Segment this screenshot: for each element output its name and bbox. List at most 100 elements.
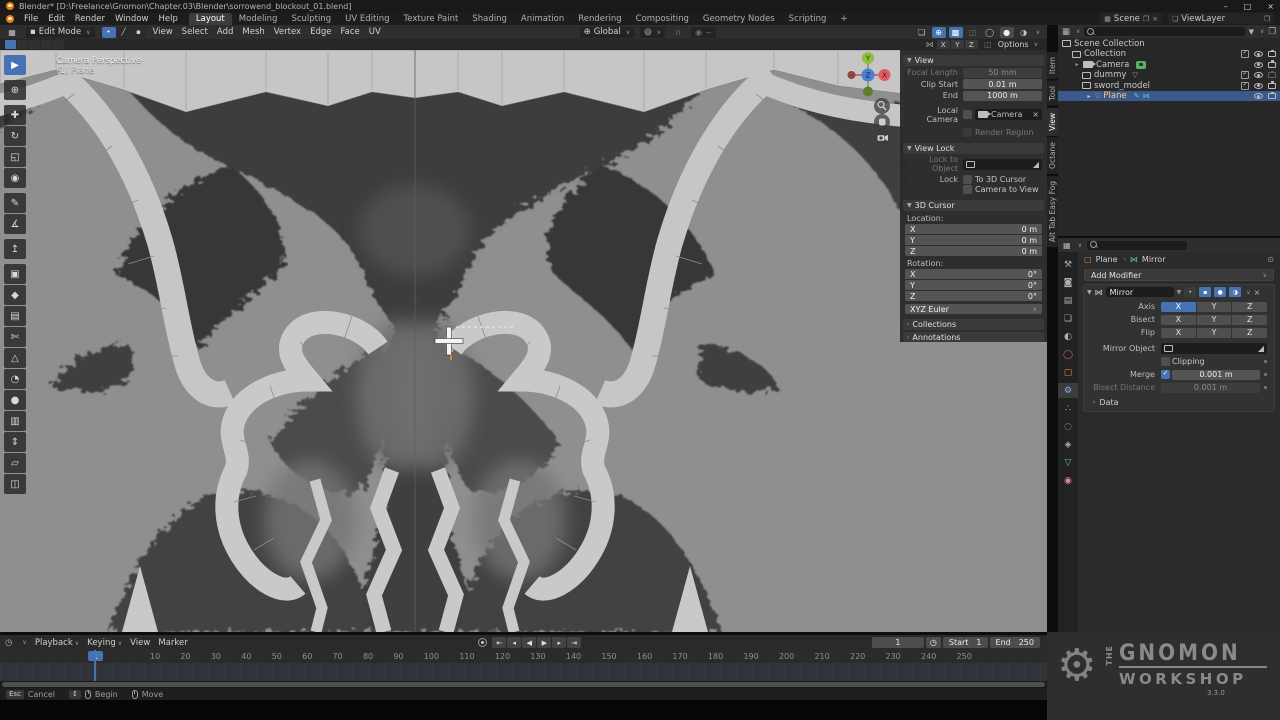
- viewport-menu-item[interactable]: UV: [369, 27, 381, 37]
- transport-button-play[interactable]: ▶: [537, 637, 551, 648]
- view-lock-panel-header[interactable]: ▼View Lock: [903, 143, 1044, 154]
- edge-select-button[interactable]: ╱: [117, 27, 131, 38]
- tool-transform[interactable]: ◉: [4, 168, 26, 188]
- viewport-menu-item[interactable]: Edge: [310, 27, 331, 37]
- camera-to-view-checkbox[interactable]: [963, 185, 972, 194]
- local-camera-checkbox[interactable]: [963, 110, 972, 119]
- workspace-tab[interactable]: Rendering: [571, 13, 628, 25]
- face-select-button[interactable]: ▪: [132, 27, 146, 38]
- overlays-toggle[interactable]: ▩: [949, 27, 963, 38]
- pan-button[interactable]: [874, 114, 890, 130]
- tool-edge-slide[interactable]: ▥: [4, 411, 26, 431]
- merge-threshold-field[interactable]: 0.001 m: [1172, 370, 1260, 380]
- tool-move[interactable]: ✚: [4, 105, 26, 125]
- workspace-tab[interactable]: Shading: [465, 13, 514, 25]
- viewport-menu-item[interactable]: Face: [341, 27, 360, 37]
- pin-icon[interactable]: ⊙: [1267, 255, 1274, 264]
- camera-view-button[interactable]: [874, 130, 890, 146]
- properties-tab-material[interactable]: ◉: [1058, 473, 1078, 488]
- merge-checkbox[interactable]: [1161, 370, 1170, 379]
- use-preview-range-button[interactable]: ◷: [926, 637, 941, 648]
- sidebar-tab[interactable]: Alt Tab Easy Fog: [1047, 176, 1058, 247]
- bisect-button[interactable]: X: [1161, 315, 1196, 325]
- exclude-checkbox[interactable]: [1241, 50, 1249, 58]
- cursor-rot-x[interactable]: X0°: [905, 269, 1042, 279]
- snap-toggle[interactable]: ∩: [671, 27, 685, 38]
- properties-tab-view-layer[interactable]: ❏: [1058, 311, 1078, 326]
- menu-item[interactable]: Render: [70, 14, 110, 24]
- tool-scale[interactable]: ◱: [4, 147, 26, 167]
- editor-type-icon[interactable]: ▦: [5, 27, 19, 38]
- timeline-editor-icon[interactable]: ◷: [5, 638, 12, 648]
- properties-search-input[interactable]: [1087, 241, 1187, 250]
- close-button[interactable]: ×: [1267, 2, 1274, 11]
- minimize-button[interactable]: –: [1224, 2, 1228, 11]
- extras-dropdown-icon[interactable]: ∨: [1246, 289, 1250, 296]
- workspace-tab[interactable]: Scripting: [782, 13, 834, 25]
- shading-solid-button[interactable]: ●: [1000, 27, 1014, 38]
- data-subpanel-header[interactable]: ›Data: [1093, 398, 1265, 407]
- select-mode-intersect-button[interactable]: [53, 40, 64, 49]
- select-mode-invert-button[interactable]: [41, 40, 52, 49]
- annotations-panel-header[interactable]: ›Annotations: [903, 332, 1044, 342]
- mirror-axis-toggle[interactable]: X: [937, 40, 950, 49]
- outliner-row-collection[interactable]: Collection: [1058, 49, 1280, 59]
- tool-rotate[interactable]: ↻: [4, 126, 26, 146]
- workspace-tab[interactable]: Layout: [189, 13, 232, 25]
- transport-button-play-reverse[interactable]: ◀: [522, 637, 536, 648]
- breadcrumb-object[interactable]: Plane: [1096, 255, 1118, 264]
- breadcrumb-modifier[interactable]: Mirror: [1142, 255, 1166, 264]
- display-edit-mode-toggle[interactable]: ▪: [1199, 287, 1211, 297]
- properties-tab-modifiers[interactable]: ⚙: [1058, 383, 1078, 398]
- mirror-axis-toggle[interactable]: Y: [951, 40, 964, 49]
- menu-item[interactable]: Window: [110, 14, 154, 24]
- display-realtime-toggle[interactable]: ●: [1214, 287, 1226, 297]
- properties-tab-render[interactable]: ◙: [1058, 275, 1078, 290]
- render-visibility-icon[interactable]: [1268, 72, 1276, 78]
- exclude-checkbox[interactable]: [1241, 82, 1249, 90]
- workspace-tab[interactable]: UV Editing: [338, 13, 396, 25]
- workspace-tab[interactable]: Sculpting: [284, 13, 338, 25]
- hide-icon[interactable]: [1254, 72, 1263, 78]
- flip-button[interactable]: X: [1161, 328, 1196, 338]
- focal-length-field[interactable]: 50 mm: [963, 68, 1042, 78]
- cursor-loc-z[interactable]: Z0 m: [905, 246, 1042, 256]
- new-scene-icon[interactable]: ❐: [1143, 15, 1149, 23]
- proportional-edit-dropdown[interactable]: ◉ ~: [691, 27, 716, 38]
- display-render-toggle[interactable]: ◑: [1229, 287, 1241, 297]
- sidebar-tab[interactable]: Tool: [1047, 81, 1058, 106]
- menu-item[interactable]: Edit: [43, 14, 69, 24]
- lock-to-object-field[interactable]: ◢: [963, 159, 1042, 170]
- clip-start-field[interactable]: 0.01 m: [963, 79, 1042, 89]
- rotation-order-dropdown[interactable]: XYZ Euler∨: [905, 304, 1042, 314]
- sidebar-tab[interactable]: View: [1047, 108, 1058, 136]
- cursor-rot-z[interactable]: Z0°: [905, 291, 1042, 301]
- properties-tab-physics[interactable]: ◌: [1058, 419, 1078, 434]
- clip-end-field[interactable]: 1000 m: [963, 91, 1042, 101]
- render-visibility-icon[interactable]: [1268, 83, 1276, 89]
- properties-tab-object[interactable]: ▢: [1058, 365, 1078, 380]
- render-visibility-icon[interactable]: [1268, 93, 1276, 99]
- mirror-axis-toggle[interactable]: Z: [965, 40, 978, 49]
- tool-spin[interactable]: ◔: [4, 369, 26, 389]
- cursor-loc-x[interactable]: X0 m: [905, 224, 1042, 234]
- sidebar-tab[interactable]: Item: [1047, 52, 1058, 79]
- viewport-menu-item[interactable]: Add: [217, 27, 233, 37]
- eyedropper-icon[interactable]: ◢: [1258, 344, 1264, 353]
- scene-selector[interactable]: ▦ Scene ❐ ×: [1100, 13, 1162, 24]
- frame-end-field[interactable]: End250: [990, 637, 1040, 648]
- xray-toggle[interactable]: ◫: [966, 27, 980, 38]
- outliner-search-input[interactable]: [1084, 27, 1244, 36]
- workspace-tab[interactable]: Compositing: [629, 13, 696, 25]
- properties-tab-world[interactable]: ◯: [1058, 347, 1078, 362]
- tool-extrude-region[interactable]: ↥: [4, 239, 26, 259]
- display-mode-icon[interactable]: ▦: [1062, 27, 1070, 37]
- tool-measure[interactable]: ∡: [4, 214, 26, 234]
- tool-annotate[interactable]: ✎: [4, 193, 26, 213]
- clipping-checkbox[interactable]: [1161, 357, 1170, 366]
- transport-button-jump-to-end[interactable]: ⇥: [567, 637, 581, 648]
- gizmo-y-neg[interactable]: [863, 87, 873, 97]
- select-mode-set-button[interactable]: [5, 40, 16, 49]
- render-region-checkbox[interactable]: [963, 128, 972, 137]
- expand-icon[interactable]: ▼: [1087, 289, 1092, 296]
